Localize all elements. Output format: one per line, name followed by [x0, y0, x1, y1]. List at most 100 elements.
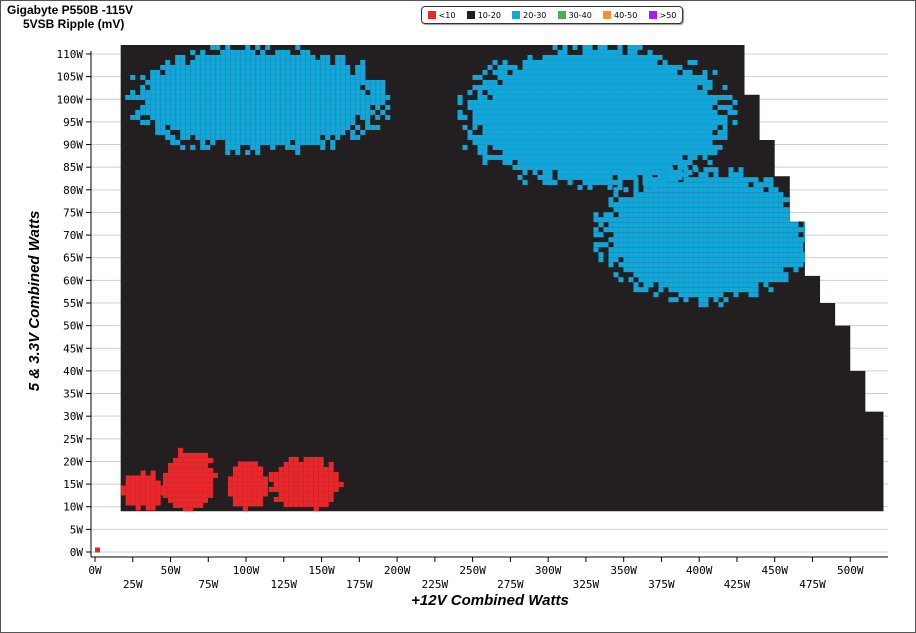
heatmap-cell: [723, 282, 729, 288]
heatmap-cell: [652, 149, 658, 155]
heatmap-cell: [748, 277, 754, 283]
heatmap-cell: [648, 177, 654, 183]
heatmap-cell: [552, 149, 558, 155]
heatmap-cell: [562, 89, 568, 95]
heatmap-cell: [567, 174, 573, 180]
heatmap-cell: [160, 99, 166, 105]
heatmap-cell: [748, 267, 754, 273]
heatmap-cell: [522, 89, 528, 95]
heatmap-cell: [648, 187, 654, 193]
heatmap-cell: [235, 104, 241, 110]
heatmap-cell: [597, 144, 603, 150]
heatmap-cell: [522, 94, 528, 100]
heatmap-cell: [577, 169, 583, 175]
heatmap-cell: [252, 491, 258, 497]
heatmap-cell: [280, 69, 286, 75]
heatmap-cell: [300, 94, 306, 100]
heatmap-cell: [172, 467, 178, 473]
heatmap-cell: [537, 59, 543, 65]
heatmap-cell: [255, 104, 261, 110]
heatmap-cell: [672, 159, 678, 165]
heatmap-cell: [325, 114, 331, 120]
heatmap-cell: [182, 502, 188, 508]
heatmap-cell: [350, 99, 356, 105]
heatmap-cell: [652, 114, 658, 120]
heatmap-cell: [245, 134, 251, 140]
heatmap-cell: [270, 109, 276, 115]
heatmap-cell: [532, 99, 538, 105]
heatmap-cell: [587, 104, 593, 110]
heatmap-cell: [582, 154, 588, 160]
heatmap-cell: [713, 207, 719, 213]
heatmap-cell: [597, 84, 603, 90]
heatmap-cell: [472, 99, 478, 105]
heatmap-cell: [612, 49, 618, 55]
heatmap-cell: [507, 134, 513, 140]
heatmap-cell: [507, 149, 513, 155]
heatmap-cell: [617, 114, 623, 120]
heatmap-cell: [647, 84, 653, 90]
heatmap-cell: [537, 164, 543, 170]
heatmap-cell: [522, 109, 528, 115]
heatmap-cell: [673, 257, 679, 263]
heatmap-cell: [602, 174, 608, 180]
heatmap-cell: [627, 154, 633, 160]
heatmap-cell: [667, 114, 673, 120]
heatmap-cell: [718, 202, 724, 208]
heatmap-cell: [235, 149, 241, 155]
heatmap-cell: [477, 99, 483, 105]
heatmap-cell: [668, 297, 674, 303]
heatmap-cell: [310, 109, 316, 115]
heatmap-cell: [230, 104, 236, 110]
heatmap-cell: [707, 104, 713, 110]
heatmap-cell: [668, 197, 674, 203]
heatmap-cell: [582, 159, 588, 165]
heatmap-cell: [355, 94, 361, 100]
heatmap-cell: [172, 462, 178, 468]
heatmap-cell: [702, 129, 708, 135]
heatmap-cell: [738, 182, 744, 188]
heatmap-cell: [708, 272, 714, 278]
heatmap-cell: [182, 507, 188, 512]
heatmap-cell: [542, 119, 548, 125]
heatmap-cell: [250, 64, 256, 70]
heatmap-cell: [597, 114, 603, 120]
heatmap-cell: [242, 501, 248, 507]
heatmap-cell: [325, 109, 331, 115]
heatmap-cell: [145, 104, 151, 110]
heatmap-cell: [240, 99, 246, 105]
heatmap-cell: [155, 109, 161, 115]
heatmap-cell: [783, 207, 789, 213]
heatmap-cell: [325, 119, 331, 125]
heatmap-cell: [648, 217, 654, 223]
heatmap-cell: [577, 64, 583, 70]
heatmap-cell: [288, 466, 294, 472]
heatmap-cell: [763, 262, 769, 268]
heatmap-cell: [587, 44, 593, 50]
heatmap-cell: [688, 217, 694, 223]
heatmap-cell: [667, 119, 673, 125]
heatmap-cell: [773, 252, 779, 258]
heatmap-cell: [662, 169, 668, 175]
heatmap-cell: [808, 207, 814, 213]
heatmap-cell: [507, 139, 513, 145]
heatmap-cell: [130, 480, 136, 486]
heatmap-cell: [617, 69, 623, 75]
heatmap-cell: [185, 114, 191, 120]
heatmap-cell: [662, 59, 668, 65]
heatmap-cell: [672, 89, 678, 95]
heatmap-cell: [145, 495, 151, 501]
heatmap-cell: [165, 74, 171, 80]
heatmap-cell: [527, 149, 533, 155]
heatmap-cell: [512, 114, 518, 120]
heatmap-cell: [325, 134, 331, 140]
heatmap-cell: [707, 84, 713, 90]
heatmap-cell: [637, 69, 643, 75]
heatmap-cell: [315, 139, 321, 145]
heatmap-cell: [285, 84, 291, 90]
heatmap-cell: [190, 94, 196, 100]
heatmap-cell: [718, 212, 724, 218]
heatmap-cell: [638, 197, 644, 203]
heatmap-cell: [285, 74, 291, 80]
heatmap-cell: [672, 69, 678, 75]
